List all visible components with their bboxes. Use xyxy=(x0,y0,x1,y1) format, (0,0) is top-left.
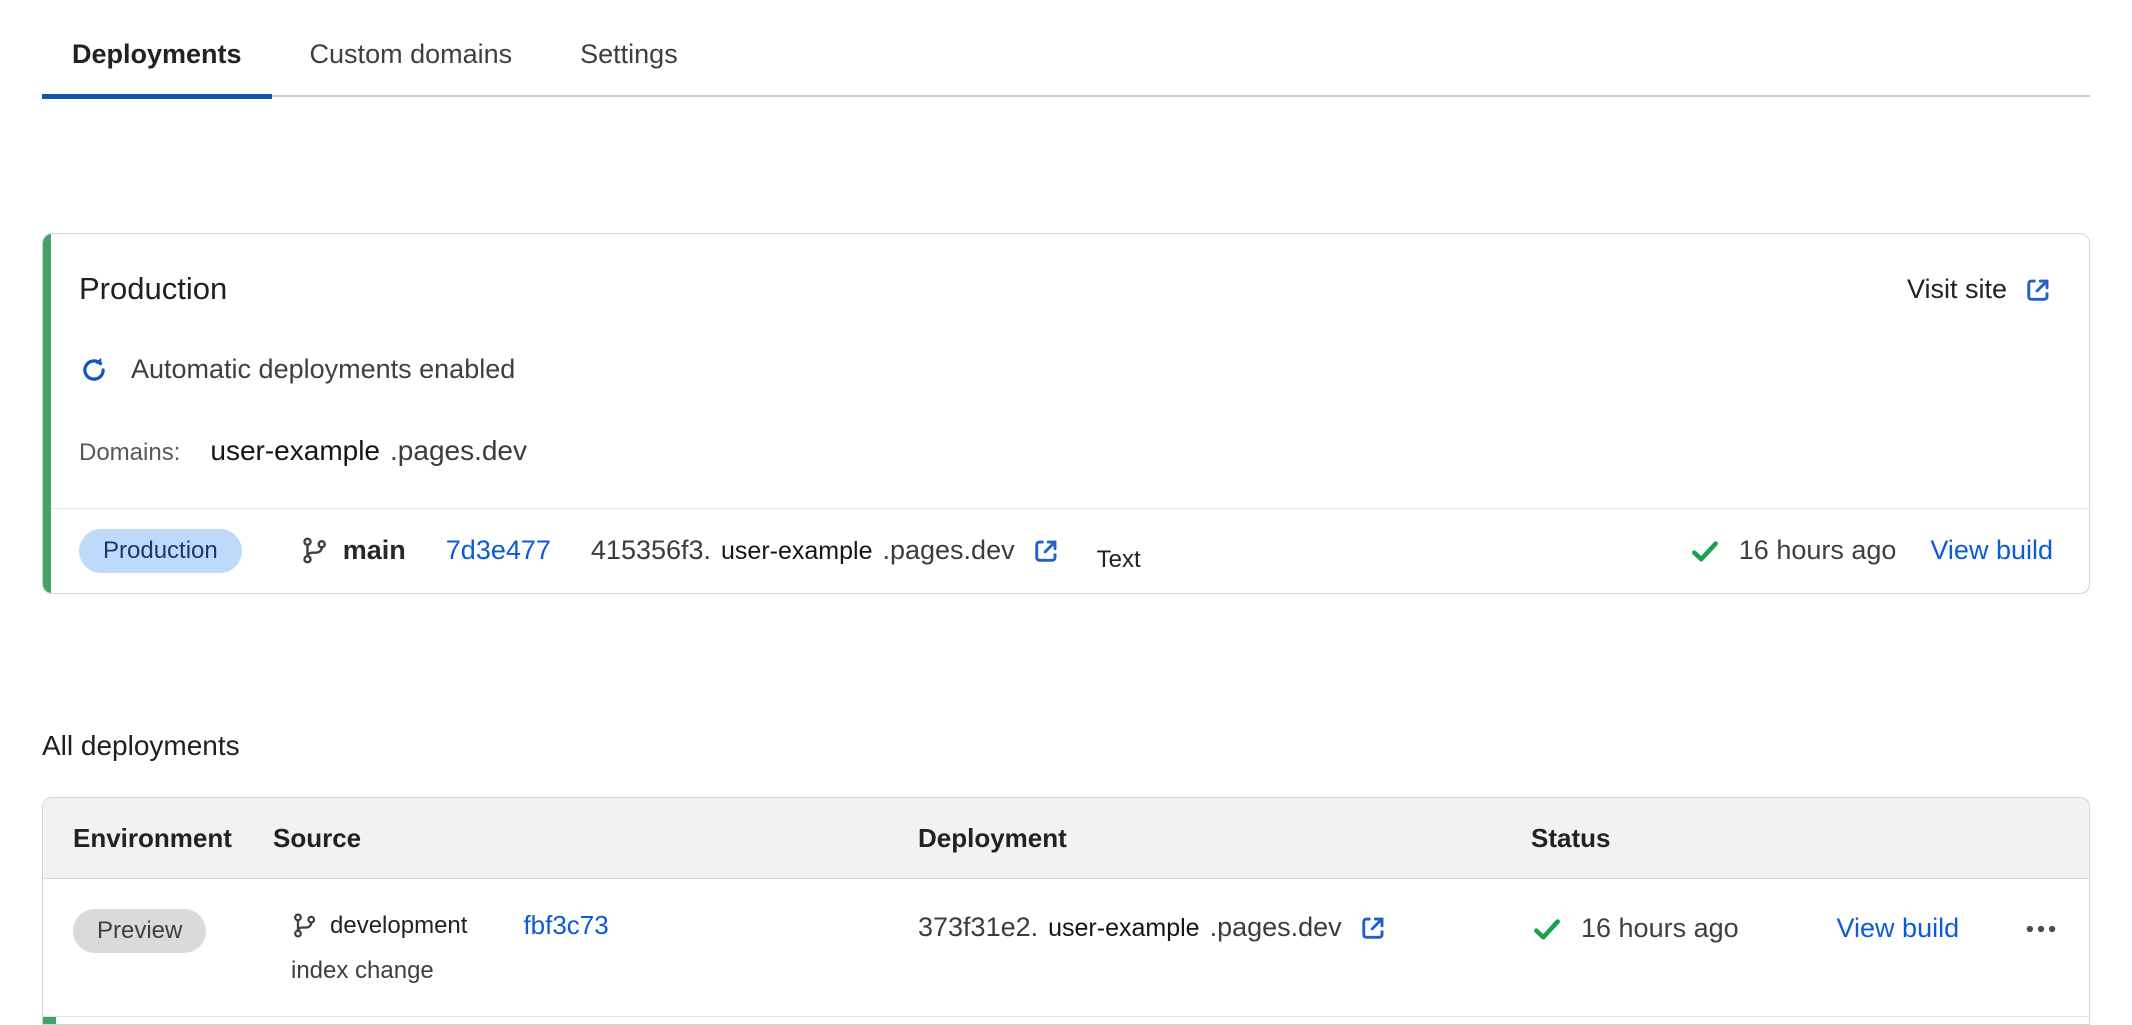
external-link-icon[interactable] xyxy=(1358,913,1388,943)
column-header-deployment: Deployment xyxy=(918,822,1531,855)
branch-name: main xyxy=(343,534,406,568)
ellipsis-icon xyxy=(2023,911,2059,947)
more-options-button[interactable] xyxy=(2023,911,2059,947)
check-icon xyxy=(1531,913,1563,945)
column-header-status: Status xyxy=(1531,822,2089,855)
view-build-link[interactable]: View build xyxy=(1837,912,1960,946)
table-header-row: Environment Source Deployment Status xyxy=(43,798,2089,880)
environment-badge: Preview xyxy=(73,909,206,953)
visit-site-link[interactable]: Visit site xyxy=(1907,273,2053,307)
commit-link[interactable]: fbf3c73 xyxy=(523,909,608,942)
view-build-link[interactable]: View build xyxy=(1930,534,2053,568)
deployment-url-suffix: .pages.dev xyxy=(882,535,1014,565)
deployment-url-name: user-example xyxy=(721,537,872,565)
domain-name: user-example xyxy=(210,433,380,468)
deployment-url-prefix: 373f31e2. xyxy=(918,912,1038,942)
deployment-url-suffix: .pages.dev xyxy=(1210,912,1342,942)
deployment-time: 16 hours ago xyxy=(1739,534,1897,568)
auto-deploy-text: Automatic deployments enabled xyxy=(131,353,515,387)
deployment-url-prefix: 415356f3. xyxy=(591,535,711,565)
environment-badge: Production xyxy=(79,529,242,573)
production-accent-bar xyxy=(43,234,51,593)
production-card: Production Visit site Automatic deployme… xyxy=(42,233,2090,594)
git-branch-icon xyxy=(291,912,318,939)
deployment-url-name: user-example xyxy=(1048,914,1199,942)
deployment-time: 16 hours ago xyxy=(1581,912,1739,946)
external-link-icon xyxy=(2023,275,2053,305)
domains-row: Domains: user-example .pages.dev xyxy=(43,387,2089,468)
tab-deployments[interactable]: Deployments xyxy=(42,38,272,99)
column-header-source: Source xyxy=(273,822,918,855)
deployment-url: 415356f3. user-example .pages.dev xyxy=(591,534,1015,568)
tab-custom-domains[interactable]: Custom domains xyxy=(280,38,543,99)
commit-link[interactable]: 7d3e477 xyxy=(446,534,551,568)
refresh-icon xyxy=(79,355,109,385)
production-deployment-row: Production main 7d3e477 415356f3. user-ex… xyxy=(43,509,2089,593)
deployment-url: 373f31e2. user-example .pages.dev xyxy=(918,911,1342,945)
production-accent-bar xyxy=(43,1017,56,1024)
git-branch-icon xyxy=(300,536,329,565)
check-icon xyxy=(1689,535,1721,567)
visit-site-label: Visit site xyxy=(1907,273,2007,307)
external-link-icon[interactable] xyxy=(1031,536,1061,566)
all-deployments-title: All deployments xyxy=(42,728,2132,763)
commit-message: index change xyxy=(291,956,918,986)
table-row: Preview development fbf3c73 index change… xyxy=(43,879,2089,1017)
column-header-environment: Environment xyxy=(43,822,273,855)
branch-name: development xyxy=(330,911,467,941)
next-row-partial xyxy=(43,1017,2089,1024)
domain-suffix: .pages.dev xyxy=(390,433,527,468)
deployments-table: Environment Source Deployment Status Pre… xyxy=(42,797,2090,1025)
domains-label: Domains: xyxy=(79,438,180,468)
deployment-note: Text xyxy=(1097,545,1141,575)
tab-bar: Deployments Custom domains Settings xyxy=(42,0,2090,97)
production-title: Production xyxy=(79,270,227,309)
tab-settings[interactable]: Settings xyxy=(550,38,708,99)
